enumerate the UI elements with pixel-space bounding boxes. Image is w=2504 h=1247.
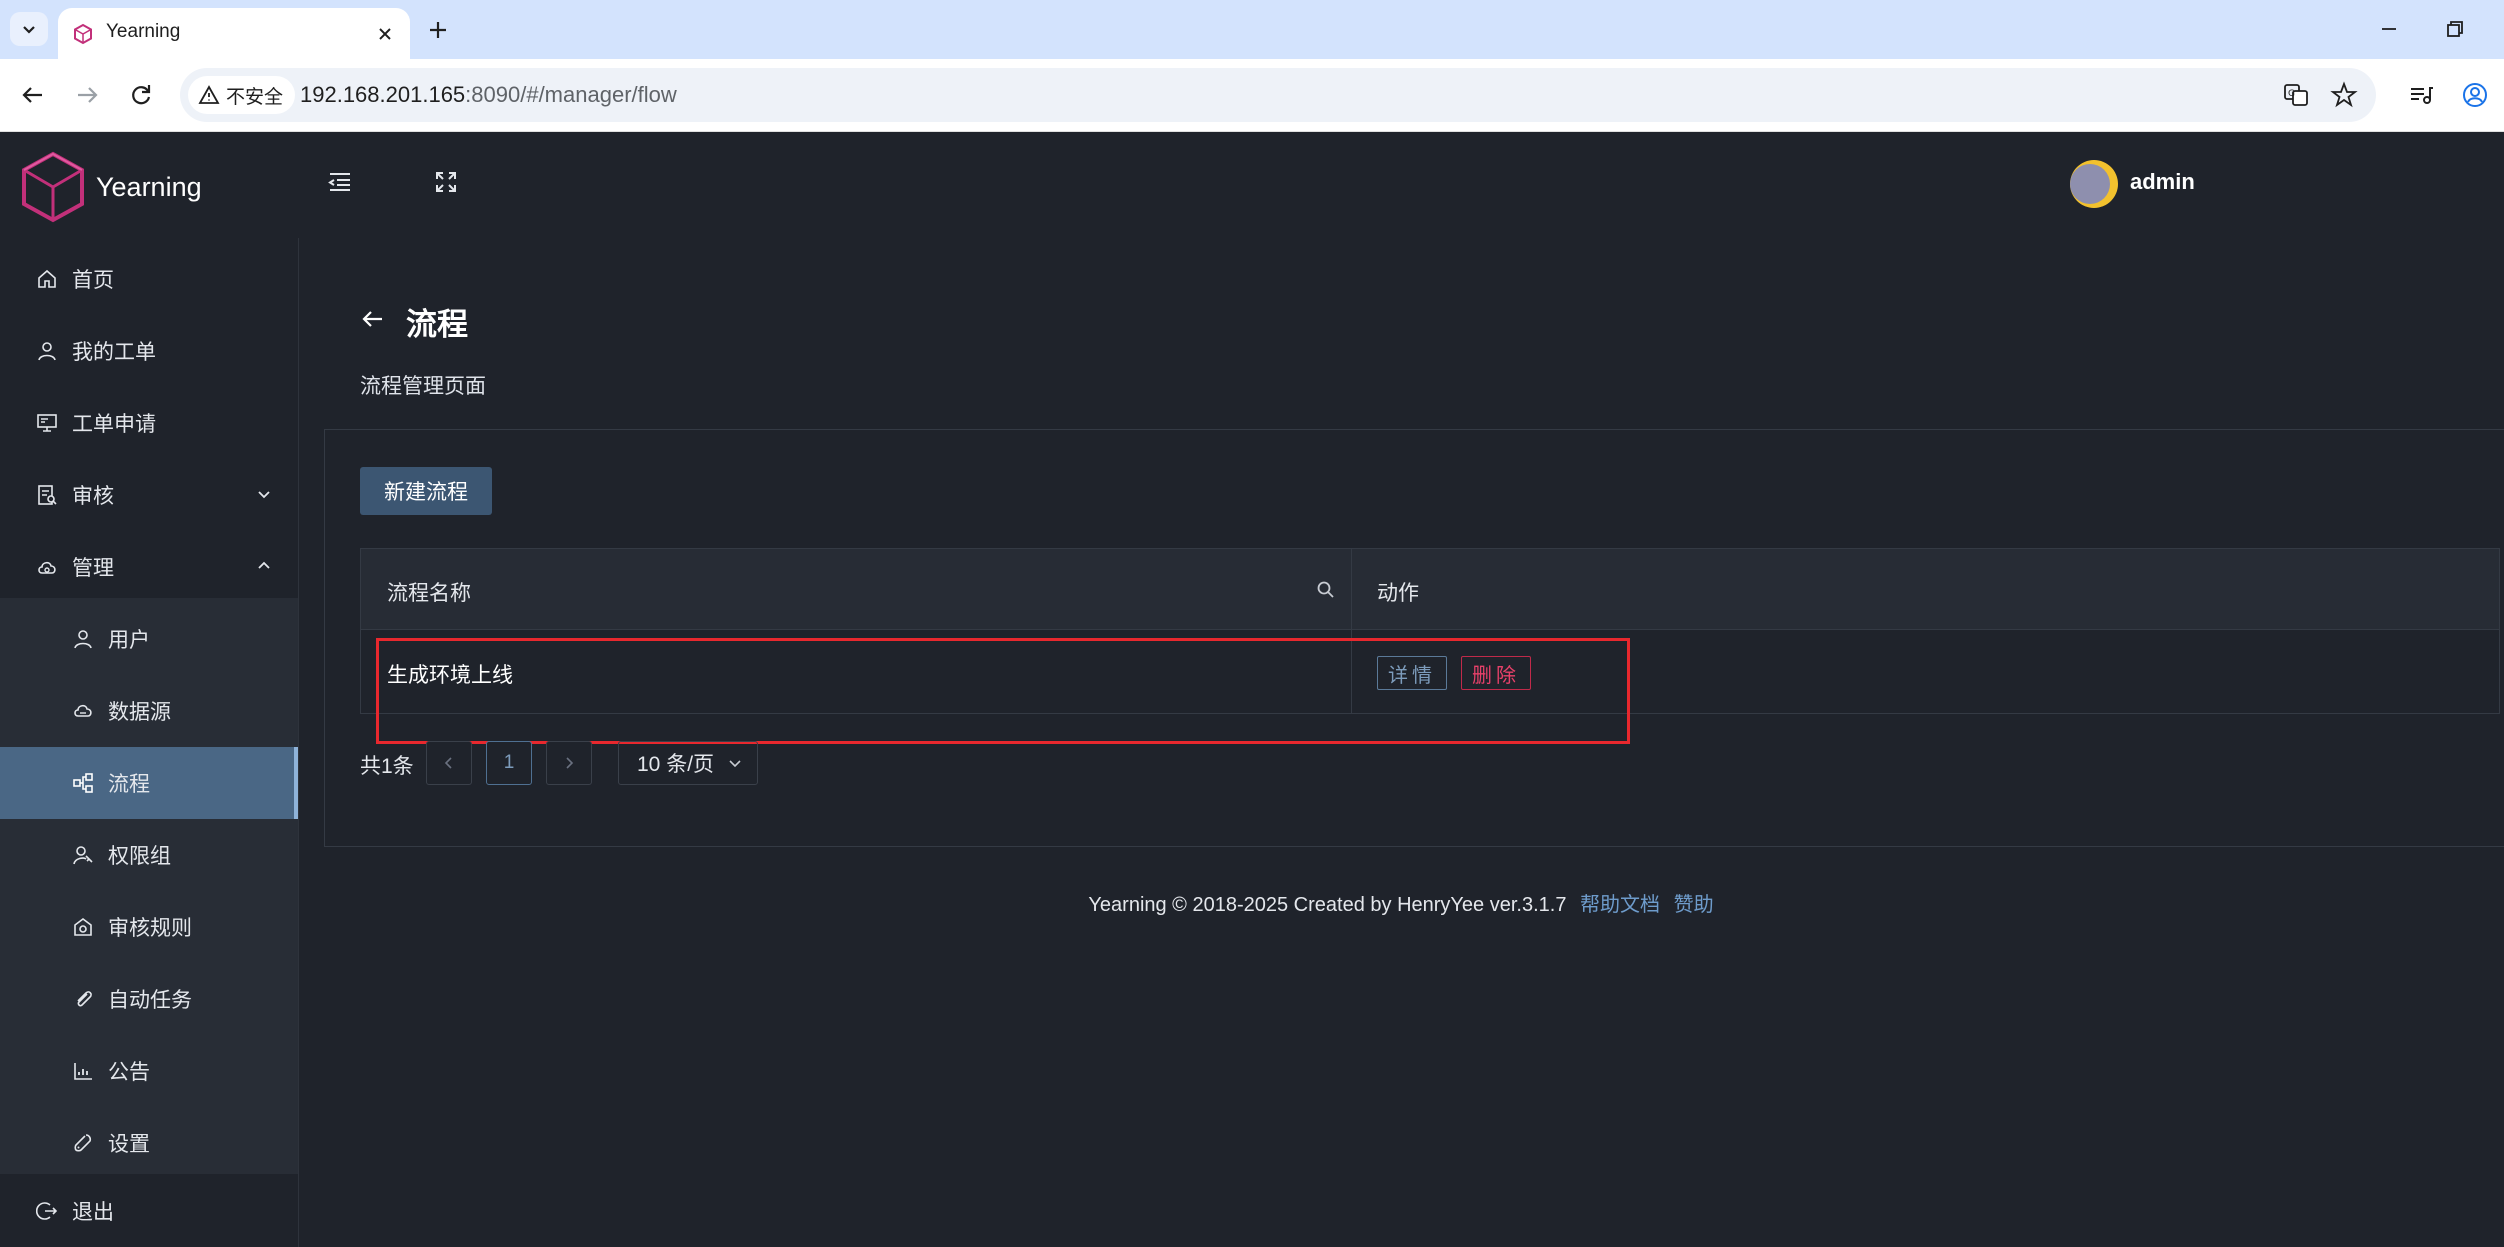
page-subtitle: 流程管理页面 <box>360 375 486 398</box>
translate-icon[interactable]: G <box>2282 81 2310 109</box>
chevron-down-icon <box>23 26 35 34</box>
sidebar-item-label: 审核 <box>72 485 114 508</box>
sidebar-item-logout[interactable]: 退出 <box>0 1175 298 1247</box>
browser-tab-strip: Yearning <box>0 0 2504 59</box>
chart-icon <box>74 1063 92 1080</box>
sidebar-item-label: 我的工单 <box>72 341 156 364</box>
url-host: 192.168.201.165 <box>300 82 466 107</box>
chevron-down-icon <box>258 491 270 499</box>
chevron-left-icon <box>444 757 452 769</box>
back-arrow-icon[interactable] <box>358 304 388 334</box>
url-path: :8090/#/manager/flow <box>465 82 677 107</box>
new-flow-button[interactable]: 新建流程 <box>360 467 492 515</box>
star-icon[interactable] <box>2330 81 2358 109</box>
pagination-total: 共1条 <box>360 755 414 778</box>
sidebar-item-announcement[interactable]: 公告 <box>0 1035 298 1107</box>
user-icon <box>38 342 56 361</box>
sidebar-item-label: 用户 <box>108 629 150 652</box>
page-size-label: 10 条/页 <box>637 753 715 776</box>
sidebar-item-label: 设置 <box>108 1133 150 1156</box>
sidebar-item-audit[interactable]: 审核 <box>0 459 298 531</box>
flow-icon <box>73 773 93 793</box>
page-title: 流程 <box>406 307 468 342</box>
sidebar-item-label: 流程 <box>108 773 150 796</box>
sidebar-item-apply[interactable]: 工单申请 <box>0 387 298 459</box>
cloud-gear-icon <box>38 561 56 574</box>
footer-text: Yearning © 2018-2025 Created by HenryYee… <box>1088 894 1567 916</box>
datasource-icon <box>74 704 92 717</box>
sidebar-item-users[interactable]: 用户 <box>0 603 298 675</box>
sidebar-item-label: 公告 <box>108 1061 150 1084</box>
sidebar-item-label: 自动任务 <box>108 989 192 1012</box>
wrench-icon <box>74 1134 92 1152</box>
sidebar-item-permission-group[interactable]: 权限组 <box>0 819 298 891</box>
collapse-menu-icon[interactable] <box>326 168 354 196</box>
media-queue-icon[interactable] <box>2406 80 2436 110</box>
highlight-annotation-box <box>376 638 1630 744</box>
browser-tab[interactable]: Yearning <box>58 8 410 59</box>
yearning-logo-icon <box>22 151 84 223</box>
restore-icon[interactable] <box>2442 16 2468 42</box>
brand-name: Yearning <box>96 172 202 202</box>
tab-title: Yearning <box>106 21 181 42</box>
url-text: 192.168.201.165:8090/#/manager/flow <box>300 82 677 108</box>
paperclip-icon <box>77 991 92 1007</box>
sponsor-link[interactable]: 赞助 <box>1674 894 1714 916</box>
sidebar: 首页 我的工单 工单申请 审核 管理 用户 数据源 流程 权限组 审核规则 自动… <box>0 238 299 1247</box>
sidebar-item-settings[interactable]: 设置 <box>0 1107 298 1179</box>
plus-icon[interactable] <box>424 16 452 44</box>
warning-icon <box>198 85 220 104</box>
svg-text:G: G <box>2288 89 2295 99</box>
column-header-flow-name: 流程名称 <box>387 582 471 605</box>
app-header: Yearning admin <box>0 132 2504 238</box>
sidebar-item-my-orders[interactable]: 我的工单 <box>0 315 298 387</box>
tab-search-button[interactable] <box>10 12 48 46</box>
column-divider <box>1351 549 1352 629</box>
sidebar-item-label: 工单申请 <box>72 413 156 436</box>
prev-page-button[interactable] <box>426 741 472 785</box>
minimize-icon[interactable] <box>2376 16 2402 42</box>
monitor-icon <box>37 414 57 432</box>
avatar[interactable] <box>2068 158 2120 210</box>
page-size-select[interactable]: 10 条/页 <box>618 741 758 785</box>
page-1-button[interactable]: 1 <box>486 741 532 785</box>
sidebar-item-flow[interactable]: 流程 <box>0 747 298 819</box>
sidebar-item-auto-tasks[interactable]: 自动任务 <box>0 963 298 1035</box>
sidebar-item-label: 退出 <box>72 1201 114 1224</box>
sidebar-item-label: 首页 <box>72 269 114 292</box>
profile-icon[interactable] <box>2460 80 2490 110</box>
sidebar-item-manage[interactable]: 管理 <box>0 531 298 603</box>
browser-toolbar: 不安全 192.168.201.165:8090/#/manager/flow … <box>0 59 2504 132</box>
search-icon[interactable] <box>1315 579 1337 601</box>
sidebar-item-datasource[interactable]: 数据源 <box>0 675 298 747</box>
permission-icon <box>73 846 93 865</box>
close-icon[interactable] <box>373 22 397 46</box>
security-label: 不安全 <box>226 86 284 108</box>
logout-icon <box>36 1202 58 1220</box>
table-header: 流程名称 动作 <box>360 548 2500 630</box>
sidebar-item-label: 数据源 <box>108 701 171 724</box>
back-icon[interactable] <box>18 80 48 110</box>
home-icon <box>38 269 56 288</box>
help-docs-link[interactable]: 帮助文档 <box>1580 894 1660 916</box>
audit-icon <box>38 485 57 505</box>
username[interactable]: admin <box>2130 169 2195 195</box>
yearning-favicon-icon <box>74 23 92 45</box>
rule-icon <box>74 918 92 936</box>
chevron-right-icon <box>566 757 574 769</box>
security-chip[interactable]: 不安全 <box>188 76 296 114</box>
fullscreen-icon[interactable] <box>432 168 460 196</box>
sidebar-item-label: 权限组 <box>108 845 171 868</box>
next-page-button[interactable] <box>546 741 592 785</box>
sidebar-item-label: 管理 <box>72 557 114 580</box>
forward-icon[interactable] <box>72 80 102 110</box>
chevron-up-icon <box>258 561 270 569</box>
user-icon <box>74 630 92 649</box>
reload-icon[interactable] <box>126 80 156 110</box>
column-header-actions: 动作 <box>1377 582 1419 605</box>
footer: Yearning © 2018-2025 Created by HenryYee… <box>0 888 2504 917</box>
chevron-down-icon <box>729 760 741 768</box>
address-bar[interactable]: 不安全 192.168.201.165:8090/#/manager/flow … <box>180 68 2376 122</box>
sidebar-item-home[interactable]: 首页 <box>0 243 298 315</box>
